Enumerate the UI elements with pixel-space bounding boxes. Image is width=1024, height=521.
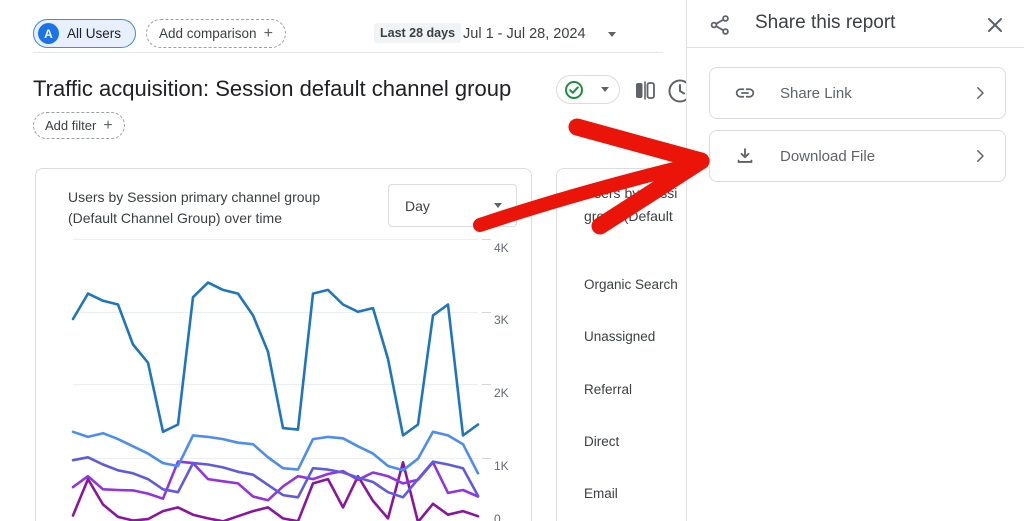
y-axis-label: 4K [494,241,509,255]
category-label: Organic Search [584,277,678,292]
add-filter-button[interactable]: Add filter + [33,112,125,139]
gridline [73,239,478,240]
category-label: Referral [584,382,633,397]
chart-title: Users by Sessi group (Default [584,185,678,224]
share-icon [710,15,729,35]
download-file-label: Download File [780,147,876,165]
share-panel-header: Share this report [687,0,1024,48]
page-title: Traffic acquisition: Session default cha… [33,76,512,101]
app-stage: A All Users Add comparison + Last 28 day… [0,0,1024,521]
link-icon [735,88,755,98]
category-label: Unassigned [584,329,656,344]
plus-icon: + [263,24,273,42]
avatar: A [38,23,59,44]
chevron-right-icon [977,150,984,162]
data-quality-badge[interactable] [556,75,620,104]
share-panel: Share this report Share Link Download Fi… [686,0,1024,521]
plus-icon: + [103,116,113,134]
axis-tick [482,239,491,240]
granularity-select[interactable]: Day [388,184,517,227]
category-label: Email [584,486,618,501]
chevron-down-icon [601,87,609,92]
all-users-label: All Users [67,26,122,41]
gridline [73,384,478,385]
axis-tick [482,457,491,459]
line-chart-card: Users by Session primary channel group (… [35,168,532,521]
download-icon [737,148,753,163]
date-preset-badge: Last 28 days [374,23,462,43]
y-axis-label: 3K [494,313,509,327]
close-icon[interactable] [984,14,1006,36]
divider [687,47,1024,48]
add-filter-label: Add filter [45,118,97,133]
granularity-value: Day [405,197,430,214]
gridline [73,311,478,313]
axis-tick [482,311,491,313]
download-file-button[interactable]: Download File [709,130,1006,182]
divider [33,52,663,53]
add-comparison-label: Add comparison [159,26,257,41]
y-axis-label: 2K [494,386,509,400]
all-users-chip[interactable]: A All Users [33,19,137,48]
gridline [73,457,478,459]
y-axis-label: 0 [494,512,501,521]
chevron-down-icon[interactable] [608,32,616,37]
category-label: Direct [584,434,620,449]
check-circle-icon [565,80,583,99]
chart-title: Users by Session primary channel group (… [68,189,321,226]
chevron-right-icon [977,87,984,99]
axis-tick [482,384,491,385]
share-link-label: Share Link [780,84,852,102]
date-range-picker[interactable]: Jul 1 - Jul 28, 2024 [463,26,586,42]
share-panel-title: Share this report [755,12,896,33]
add-comparison-button[interactable]: Add comparison + [146,19,286,48]
comparison-icon[interactable] [632,79,658,103]
share-link-button[interactable]: Share Link [709,67,1006,119]
y-axis-label: 1K [494,459,509,473]
chevron-down-icon [494,203,502,208]
